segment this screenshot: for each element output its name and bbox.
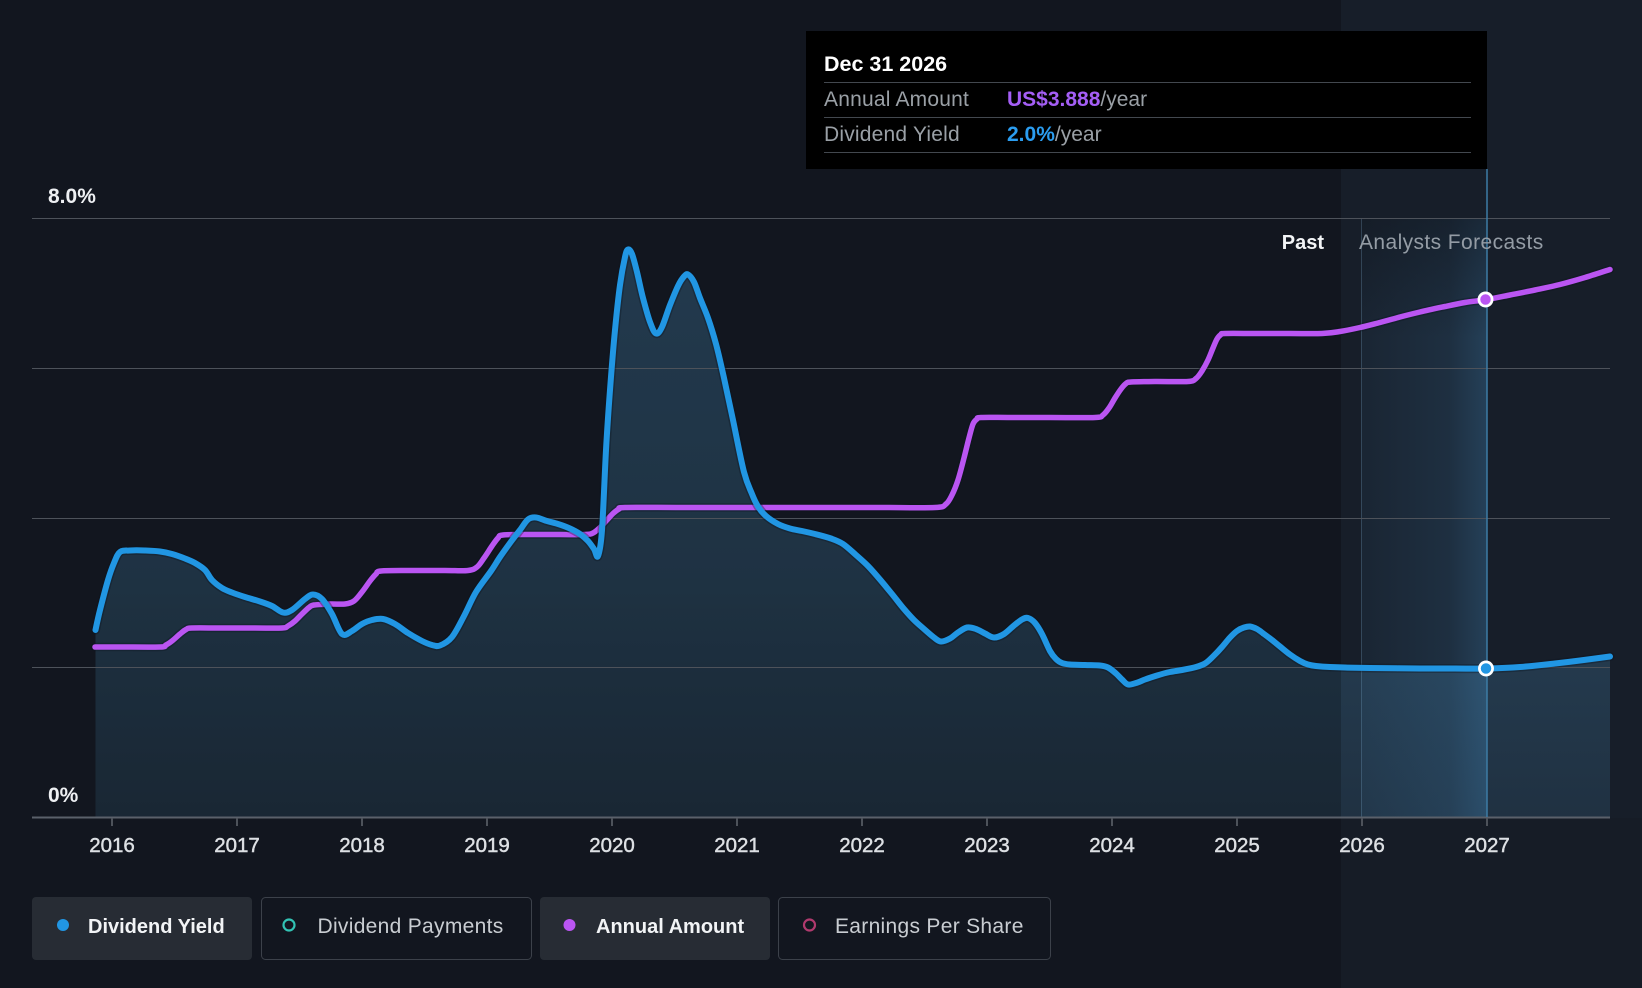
svg-text:2021: 2021 — [714, 834, 760, 857]
svg-text:Annual Amount: Annual Amount — [596, 916, 744, 938]
svg-text:2023: 2023 — [964, 834, 1010, 857]
svg-text:Earnings Per Share: Earnings Per Share — [835, 915, 1024, 938]
svg-text:2020: 2020 — [589, 834, 635, 857]
svg-text:2026: 2026 — [1339, 834, 1385, 857]
svg-text:Annual Amount: Annual Amount — [824, 88, 969, 111]
svg-text:2024: 2024 — [1089, 834, 1135, 857]
svg-text:2018: 2018 — [339, 834, 385, 857]
svg-text:2016: 2016 — [89, 834, 135, 857]
svg-text:8.0%: 8.0% — [48, 185, 96, 208]
svg-text:2025: 2025 — [1214, 834, 1260, 857]
svg-text:2019: 2019 — [464, 834, 510, 857]
svg-text:Dividend Payments: Dividend Payments — [318, 915, 504, 938]
svg-text:Dividend Yield: Dividend Yield — [824, 123, 960, 146]
svg-text:0%: 0% — [48, 784, 79, 807]
svg-text:Dec 31 2026: Dec 31 2026 — [824, 52, 947, 76]
svg-text:2017: 2017 — [214, 834, 260, 857]
svg-text:Dividend Yield: Dividend Yield — [88, 916, 225, 938]
svg-text:Past: Past — [1282, 232, 1325, 254]
svg-text:US$3.888/year: US$3.888/year — [1007, 88, 1147, 111]
svg-text:2.0%/year: 2.0%/year — [1007, 123, 1102, 146]
svg-text:Analysts Forecasts: Analysts Forecasts — [1359, 231, 1544, 254]
svg-text:2027: 2027 — [1464, 834, 1510, 857]
svg-text:2022: 2022 — [839, 834, 885, 857]
